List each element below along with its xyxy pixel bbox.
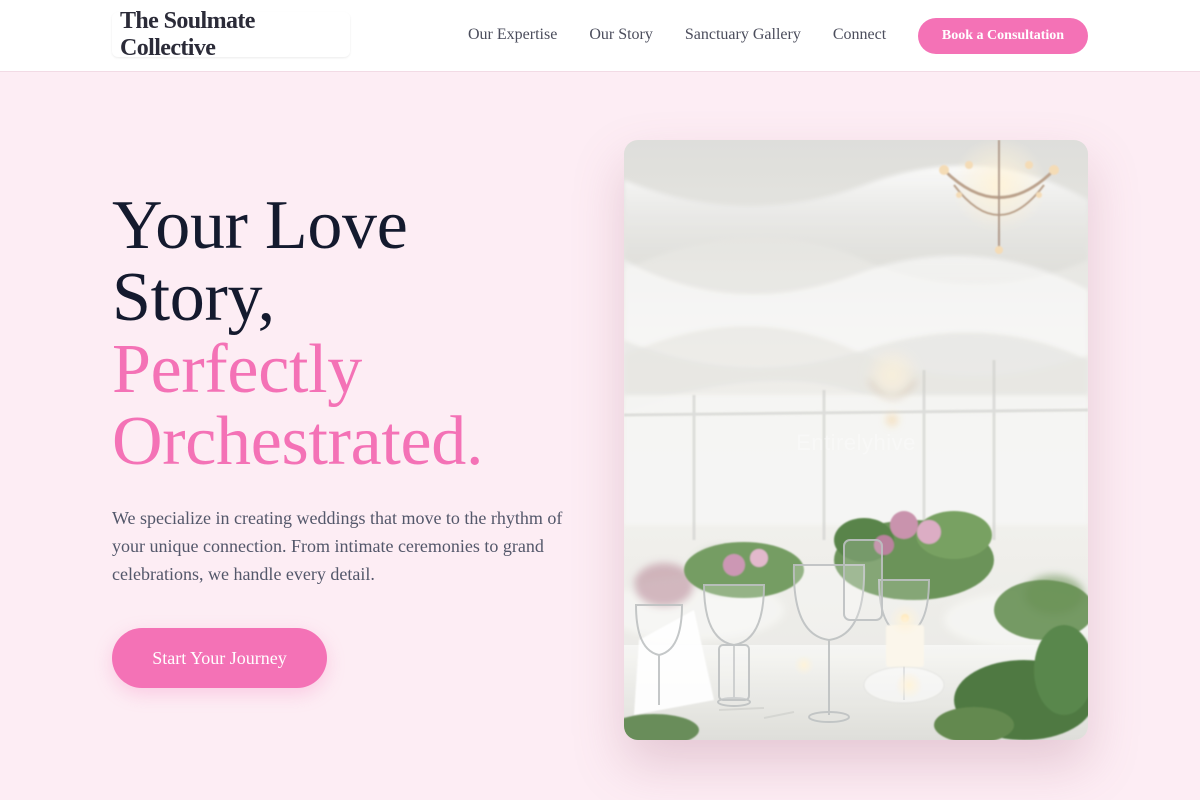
start-journey-button[interactable]: Start Your Journey [112, 628, 327, 688]
nav-link-our-story[interactable]: Our Story [589, 26, 653, 44]
hero-title-highlight: Perfectly [112, 331, 362, 408]
hero-title-line: Story, [112, 259, 275, 336]
hero-wedding-image: Entirelyhive [624, 140, 1088, 740]
nav-link-our-expertise[interactable]: Our Expertise [468, 26, 557, 44]
brand-logo[interactable]: The Soulmate Collective [112, 8, 350, 61]
hero-title-highlight: Orchestrated. [112, 403, 484, 480]
hero-title-line: Your Love [112, 187, 408, 264]
image-watermark: Entirelyhive [796, 430, 916, 455]
book-consultation-button[interactable]: Book a Consultation [918, 18, 1088, 54]
hero-description: We specialize in creating weddings that … [112, 508, 563, 584]
nav-link-connect[interactable]: Connect [833, 26, 886, 44]
top-navbar: The Soulmate Collective Our Expertise Ou… [0, 0, 1200, 72]
hero-title: Your Love Story, Perfectly Orchestrated. [112, 190, 592, 478]
main-nav: Our Expertise Our Story Sanctuary Galler… [468, 0, 918, 70]
nav-link-sanctuary-gallery[interactable]: Sanctuary Gallery [685, 26, 801, 44]
